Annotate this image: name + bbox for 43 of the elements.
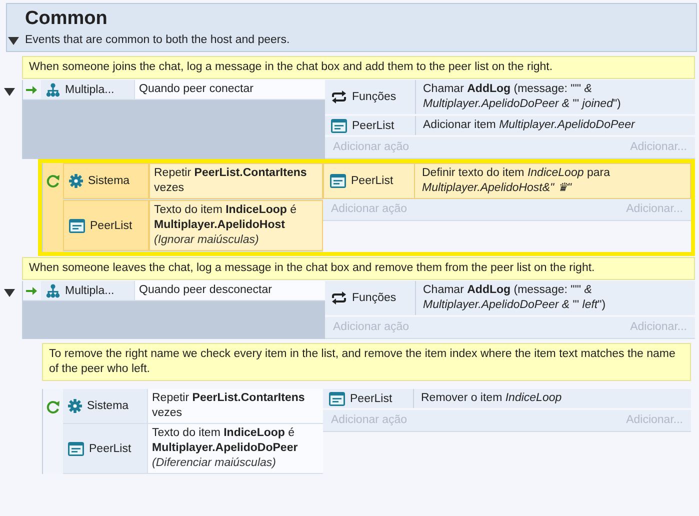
condition-object[interactable]: Multipla... bbox=[41, 281, 135, 300]
event-block[interactable] bbox=[38, 159, 695, 256]
group-header[interactable]: Common Events that are common to both the host and peers. bbox=[6, 3, 697, 52]
expand-arrow-icon[interactable] bbox=[4, 86, 14, 97]
condition-object[interactable]: PeerList bbox=[63, 424, 148, 473]
condition-object[interactable]: Sistema bbox=[63, 163, 149, 199]
condition-text[interactable]: Quando peer conectar bbox=[135, 80, 325, 99]
gear-icon bbox=[69, 174, 83, 188]
action-object[interactable]: PeerList bbox=[325, 116, 416, 135]
window-icon bbox=[331, 118, 347, 132]
window-icon bbox=[68, 442, 84, 456]
action-text[interactable]: Chamar AddLog (message: "'" & Multiplayer.ApelidoDoPeer & "' joined") bbox=[416, 80, 695, 114]
event-block[interactable]: Sistema Repetir PeerList.ContarItens vezes PeerList Texto do item IndiceLoop é Multiplayer.ApelidoDoPeer (Diferenciar maiúsculas) PeerList Remover o item IndiceLoop Adicionar ação Adicionar... bbox=[38, 385, 695, 478]
gear-icon bbox=[68, 399, 82, 413]
group-description: Events that are common to both the host and peers. bbox=[25, 33, 290, 48]
loop-icon bbox=[46, 400, 60, 414]
window-icon bbox=[329, 392, 345, 406]
condition-text[interactable]: Texto do item IndiceLoop é Multiplayer.ApelidoDoPeer (Diferenciar maiúsculas) bbox=[148, 424, 323, 473]
group-title: Common bbox=[24, 7, 108, 31]
action-object[interactable]: PeerList bbox=[323, 389, 414, 408]
swap-arrows-icon bbox=[331, 291, 347, 305]
network-icon bbox=[46, 82, 60, 96]
condition-text[interactable]: Repetir PeerList.ContarItens vezes bbox=[149, 163, 323, 199]
swap-arrows-icon bbox=[331, 90, 347, 104]
action-object[interactable]: PeerList bbox=[324, 164, 415, 198]
window-icon bbox=[69, 218, 85, 232]
action-text[interactable]: Remover o item IndiceLoop bbox=[414, 389, 691, 408]
action-text[interactable]: Chamar AddLog (message: "'" & Multiplayer.ApelidoDoPeer & "' left") bbox=[416, 281, 695, 315]
expand-arrow-icon[interactable] bbox=[4, 287, 14, 298]
condition-object[interactable]: PeerList bbox=[63, 200, 149, 251]
condition-text[interactable]: Quando peer desconectar bbox=[135, 281, 325, 300]
condition-text[interactable]: Texto do item IndiceLoop é Multiplayer.ApelidoHost (Ignorar maiúsculas) bbox=[149, 200, 323, 251]
network-icon bbox=[46, 284, 60, 298]
expand-arrow-icon[interactable] bbox=[8, 34, 19, 46]
loop-icon bbox=[46, 174, 60, 188]
action-text[interactable]: Definir texto do item IndiceLoop para Multiplayer.ApelidoHost&" ♛" bbox=[415, 164, 690, 198]
window-icon bbox=[330, 174, 346, 188]
action-text[interactable]: Adicionar item Multiplayer.ApelidoDoPeer bbox=[416, 116, 695, 135]
action-object[interactable]: Funções bbox=[325, 80, 416, 114]
condition-object[interactable]: Sistema bbox=[63, 389, 148, 423]
condition-object[interactable]: Multipla... bbox=[41, 80, 135, 99]
action-object[interactable]: Funções bbox=[325, 281, 416, 315]
condition-text[interactable]: Repetir PeerList.ContarItens vezes bbox=[148, 389, 323, 423]
